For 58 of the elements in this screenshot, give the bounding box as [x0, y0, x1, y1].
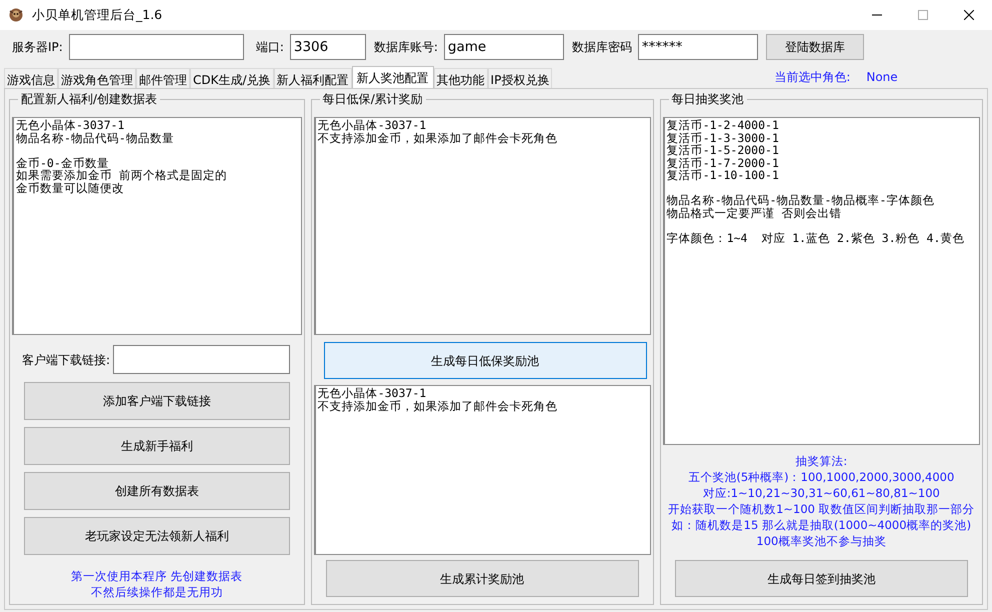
group-title: 每日低保/累计奖励	[320, 92, 426, 106]
text-area[interactable]: 无色小晶体-3037-1 物品名称-物品代码-物品数量 金币-0-金币数量 如果需要添加金币 前两个格式是固定的 金币数量可以随便改	[12, 117, 302, 335]
action-button[interactable]: 创建所有数据表	[24, 472, 290, 510]
tab[interactable]: IP授权兑换	[488, 68, 552, 88]
text-line: 不支持添加金币，如果添加了邮件会卡死角色	[318, 132, 559, 144]
text-line: 无色小晶体-3037-1	[318, 387, 428, 400]
input-field[interactable]	[113, 345, 290, 374]
field-label: 客户端下载链接:	[22, 352, 110, 368]
text-line: 复活币-1-10-100-1	[666, 169, 780, 182]
tab[interactable]: 新人福利配置	[274, 68, 352, 88]
field-label: 数据库账号:	[374, 39, 438, 56]
tab[interactable]: CDK生成/兑换	[190, 68, 274, 88]
text-area[interactable]: 复活币-1-2-4000-1 复活币-1-3-3000-1 复活币-1-5-2000-1 复活币-1-7-2000-1 复活币-1-10-100-1 物品名称-物品代码-物品数量-物品概率-字体颜色 物品格式一定要严谨 否则会出错 字体颜色：1~4 对应 1.蓝色 2.紫色 3.粉色 4.黄色	[662, 117, 980, 445]
text-line: 复活币-1-3-3000-1	[666, 132, 780, 144]
group-title: 配置新人福利/创建数据表	[18, 92, 160, 106]
action-button[interactable]: 添加客户端下载链接	[24, 382, 290, 420]
current-role-label: 当前选中角色:	[774, 69, 850, 86]
action-button[interactable]: 生成每日低保奖励池	[324, 342, 647, 379]
tab[interactable]: 邮件管理	[136, 68, 190, 88]
text-line: 金币-0-金币数量	[16, 156, 109, 169]
text-line: 无色小晶体-3037-1	[318, 119, 428, 132]
input-field[interactable]: ******	[638, 34, 758, 60]
text-line: 复活币-1-7-2000-1	[666, 156, 780, 169]
field-label: 服务器IP:	[12, 39, 63, 56]
tab[interactable]: 其他功能	[434, 68, 488, 88]
tab[interactable]: 新人奖池配置	[352, 66, 434, 88]
text-line: 如果需要添加金币 前两个格式是固定的	[16, 169, 228, 182]
text-line: 金币数量可以随便改	[16, 182, 125, 194]
tab[interactable]: 游戏信息	[4, 68, 58, 88]
input-field[interactable]: 3306	[290, 34, 366, 60]
current-role-value: None	[866, 69, 898, 86]
text-line: 复活币-1-5-2000-1	[666, 144, 780, 156]
action-button[interactable]: 生成累计奖励池	[326, 560, 639, 597]
action-button[interactable]: 生成每日签到抽奖池	[674, 560, 968, 597]
text-line: 无色小晶体-3037-1	[16, 119, 126, 132]
text-line: 复活币-1-2-4000-1	[666, 119, 780, 132]
action-button[interactable]: 生成新手福利	[24, 427, 290, 465]
note-text: 第一次使用本程序 先创建数据表 不然后续操作都是无用功	[70, 568, 244, 600]
maximize-icon	[918, 10, 928, 20]
field-label: 数据库密码	[572, 39, 632, 56]
close-icon	[964, 10, 974, 20]
group-title: 每日抽奖奖池	[668, 92, 747, 106]
text-line: 字体颜色：1~4 对应 1.蓝色 2.紫色 3.粉色 4.黄色	[666, 232, 966, 244]
text-line: 物品格式一定要严谨 否则会出错	[666, 206, 843, 219]
text-area[interactable]: 无色小晶体-3037-1 不支持添加金币，如果添加了邮件会卡死角色	[314, 385, 651, 555]
window-title: 小贝单机管理后台_1.6	[32, 6, 164, 24]
action-button[interactable]: 老玩家设定无法领新人福利	[24, 517, 290, 555]
field-label: 端口:	[256, 39, 284, 56]
text-area[interactable]: 无色小晶体-3037-1 不支持添加金币，如果添加了邮件会卡死角色	[314, 117, 651, 335]
input-field[interactable]	[68, 34, 244, 60]
input-field[interactable]: game	[444, 34, 564, 60]
text-line: 物品名称-物品代码-物品数量-物品概率-字体颜色	[666, 194, 936, 206]
text-line: 不支持添加金币，如果添加了邮件会卡死角色	[318, 400, 559, 412]
text-line: 物品名称-物品代码-物品数量	[16, 132, 175, 144]
tab[interactable]: 游戏角色管理	[58, 68, 136, 88]
login-button[interactable]: 登陆数据库	[766, 34, 864, 60]
app-logo-icon	[8, 7, 24, 23]
note-text: 抽奖算法: 五个奖池(5种概率)：100,1000,2000,3000,4000 对应:1~10,21~30,31~60,61~80,81~100 开始获取一个随机数1~100 取数值区间判断抽取那一部分 如：随机数是15 那么就是抽取(1000~4000概率的奖池) 100概率奖池不参与抽奖	[667, 453, 976, 549]
